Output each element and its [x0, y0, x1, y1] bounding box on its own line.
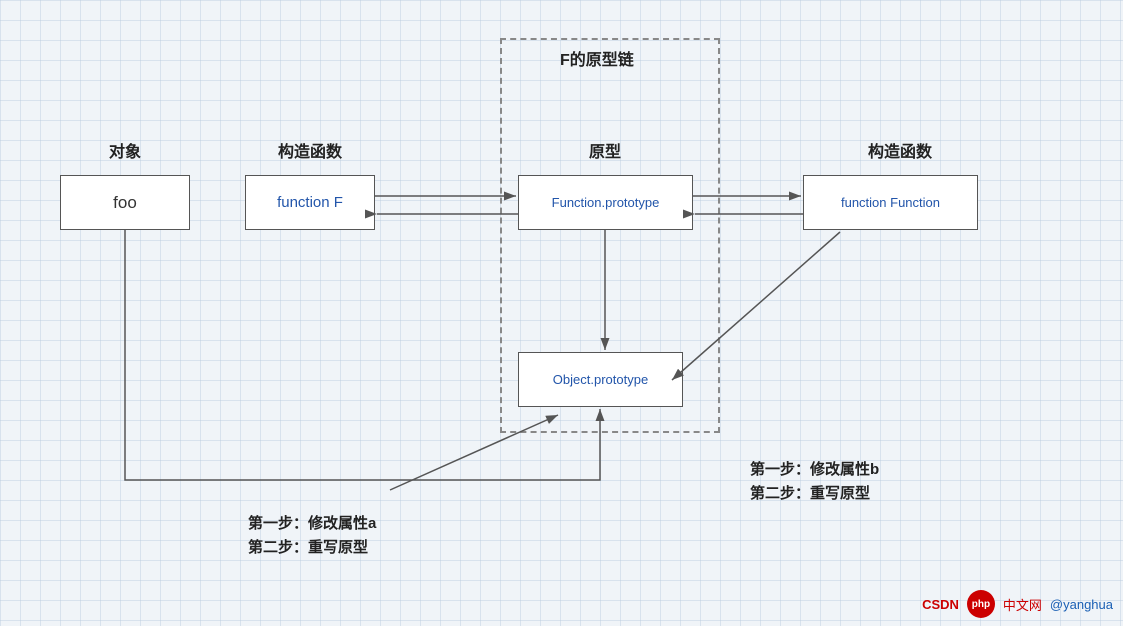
- step-label-left: 第一步：修改属性a 第二步：重写原型: [248, 512, 376, 560]
- box-function-prototype: Function.prototype: [518, 175, 693, 230]
- col-label-constructor2: 构造函数: [820, 138, 980, 162]
- watermark-php: php: [967, 590, 995, 618]
- box-function-f: function F: [245, 175, 375, 230]
- watermark-user: @yanghua: [1050, 597, 1113, 612]
- box-object-prototype: Object.prototype: [518, 352, 683, 407]
- watermark: CSDN php 中文网 @yanghua: [922, 590, 1113, 618]
- watermark-csdn: CSDN: [922, 597, 959, 612]
- col-label-object: 对象: [70, 138, 180, 162]
- col-label-constructor1: 构造函数: [245, 138, 375, 162]
- watermark-cn: 中文网: [1003, 595, 1042, 614]
- dashed-region-label: F的原型链: [560, 46, 634, 70]
- box-function-function: function Function: [803, 175, 978, 230]
- col-label-prototype: 原型: [540, 138, 670, 162]
- box-foo: foo: [60, 175, 190, 230]
- step-label-right: 第一步：修改属性b 第二步：重写原型: [750, 458, 879, 506]
- diagram-container: F的原型链 对象 构造函数 原型 构造函数 foo function F Fun…: [0, 0, 1123, 626]
